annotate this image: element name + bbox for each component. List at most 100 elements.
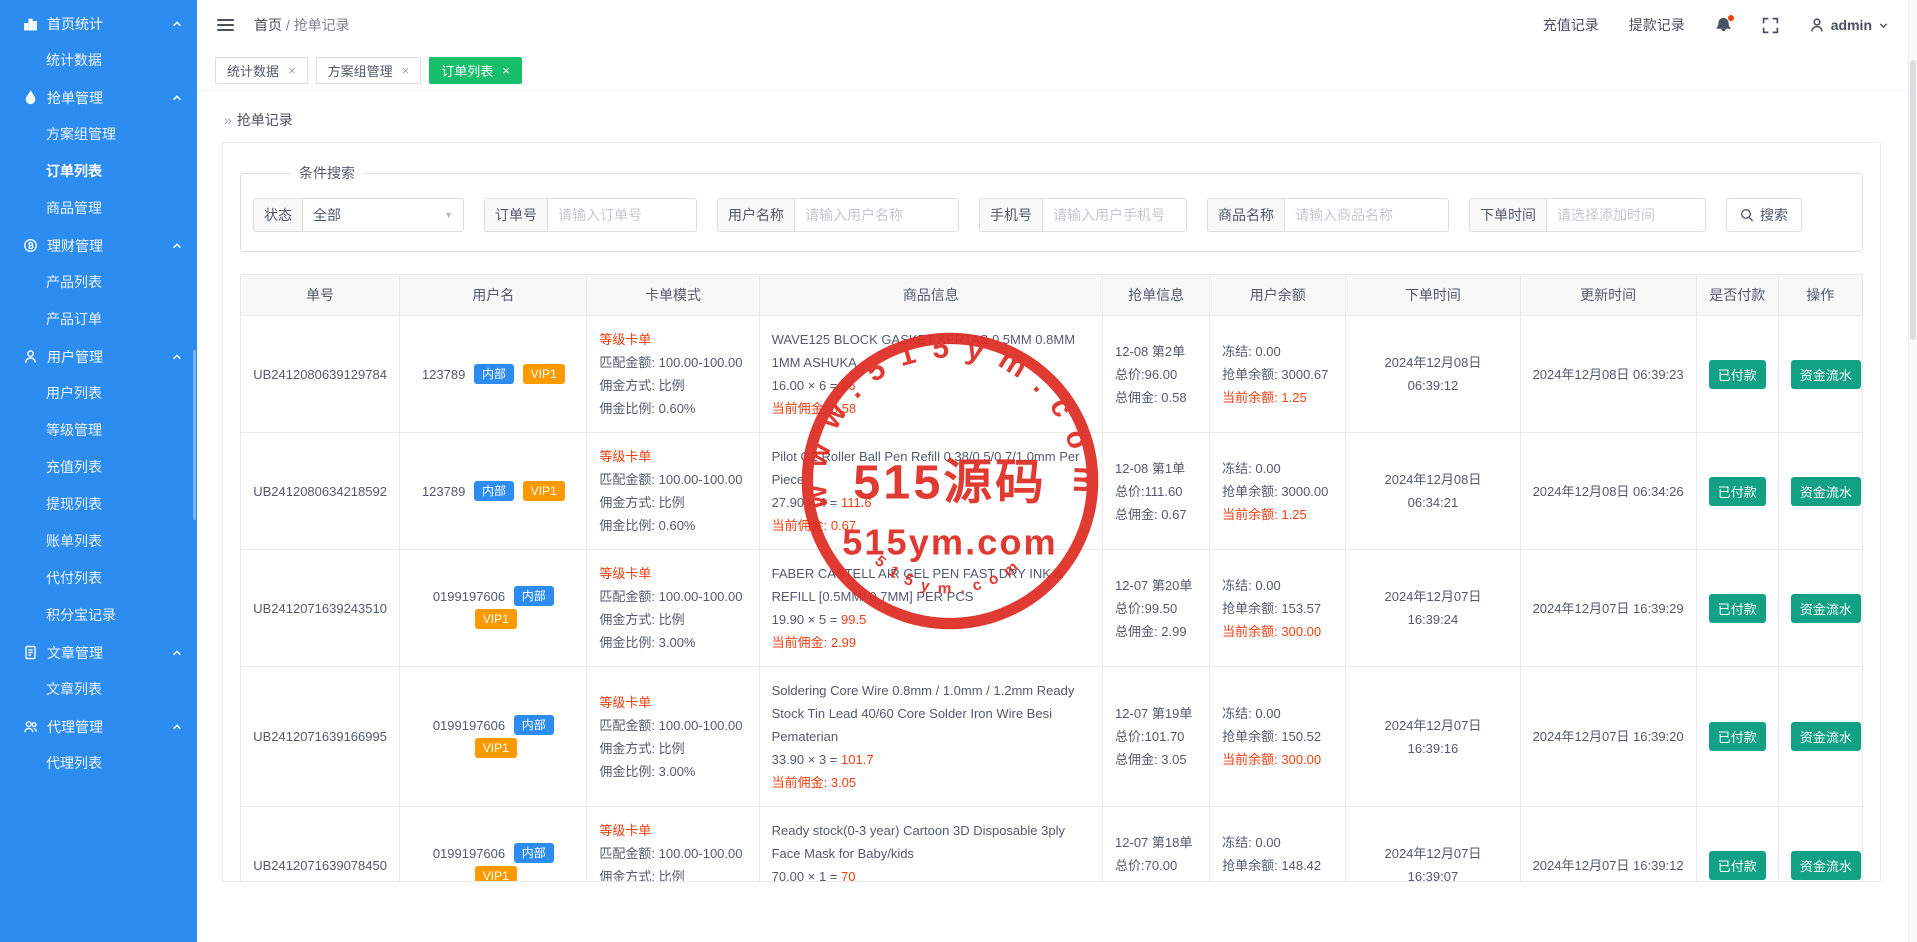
sidebar-scrollbar-thumb[interactable] xyxy=(193,350,196,520)
grab-price: 总价:101.70 xyxy=(1115,725,1197,748)
hamburger-menu-icon[interactable] xyxy=(217,19,234,31)
phone-input[interactable] xyxy=(1042,198,1187,232)
fullscreen-icon[interactable] xyxy=(1762,17,1779,34)
paid-status-badge[interactable]: 已付款 xyxy=(1709,477,1766,506)
status-select[interactable]: 全部 ▼ xyxy=(302,198,464,232)
product-cell: Soldering Core Wire 0.8mm / 1.0mm / 1.2m… xyxy=(759,667,1102,807)
tab-label: 订单列表 xyxy=(441,61,493,80)
paid-status-badge[interactable]: 已付款 xyxy=(1709,360,1766,389)
order-no-input[interactable] xyxy=(547,198,697,232)
balance-grab: 抢单余额: 150.52 xyxy=(1222,725,1333,748)
sidebar-item-stats-data[interactable]: 统计数据 xyxy=(0,42,197,79)
page-scrollbar[interactable] xyxy=(1908,0,1917,942)
recharge-records-link[interactable]: 充值记录 xyxy=(1543,15,1599,35)
sidebar-item-payout-list[interactable]: 代付列表 xyxy=(0,560,197,597)
admin-user-menu[interactable]: admin xyxy=(1809,17,1889,33)
search-panel: 条件搜索 状态 全部 ▼ 订单号 xyxy=(240,163,1863,252)
order-time-cell: 2024年12月08日 06:39:12 xyxy=(1346,316,1520,433)
withdraw-records-link[interactable]: 提款记录 xyxy=(1629,15,1685,35)
sidebar-item-bill-list[interactable]: 账单列表 xyxy=(0,523,197,560)
mode-ratio: 佣金比例: 0.60% xyxy=(599,514,746,537)
orders-table: 单号 用户名 卡单模式 商品信息 抢单信息 用户余额 下单时间 更新时间 是否付… xyxy=(240,274,1863,882)
close-icon[interactable]: × xyxy=(502,63,510,78)
sidebar-item-product-mgmt[interactable]: 商品管理 xyxy=(0,190,197,227)
search-button[interactable]: 搜索 xyxy=(1726,198,1802,232)
action-cell: 资金流水 xyxy=(1778,807,1862,883)
sidebar-section-agent-mgmt[interactable]: 代理管理 xyxy=(0,708,197,745)
table-row: UB2412071639166995 0199197606 内部 VIP1 等级… xyxy=(241,667,1863,807)
tab-plan-group[interactable]: 方案组管理 × xyxy=(316,57,422,84)
sidebar-section-label: 代理管理 xyxy=(47,717,103,737)
fund-flow-button[interactable]: 资金流水 xyxy=(1791,851,1861,880)
sidebar-item-level-mgmt[interactable]: 等级管理 xyxy=(0,412,197,449)
fund-flow-button[interactable]: 资金流水 xyxy=(1791,360,1861,389)
sidebar-item-product-list[interactable]: 产品列表 xyxy=(0,264,197,301)
order-no-cell: UB2412080634218592 xyxy=(241,433,400,550)
tab-order-list[interactable]: 订单列表 × xyxy=(429,57,522,84)
agents-icon xyxy=(23,719,38,734)
grab-info-cell: 12-08 第1单 总价:111.60 总佣金: 0.67 xyxy=(1103,433,1210,550)
sidebar-section-article-mgmt[interactable]: 文章管理 xyxy=(0,634,197,671)
order-time-input[interactable] xyxy=(1546,198,1706,232)
sidebar-item-user-list[interactable]: 用户列表 xyxy=(0,375,197,412)
page-scrollbar-thumb[interactable] xyxy=(1910,60,1916,340)
sidebar-item-product-orders[interactable]: 产品订单 xyxy=(0,301,197,338)
sidebar-section-grab-mgmt[interactable]: 抢单管理 xyxy=(0,79,197,116)
tab-stats-data[interactable]: 统计数据 × xyxy=(215,57,308,84)
breadcrumb-home-link[interactable]: 首页 xyxy=(254,17,282,33)
sidebar-section-home-stats[interactable]: 首页统计 xyxy=(0,5,197,42)
balance-cell: 冻结: 0.00 抢单余额: 153.57 当前余额: 300.00 xyxy=(1210,550,1346,667)
balance-current: 当前余额: 300.00 xyxy=(1222,748,1333,771)
internal-badge: 内部 xyxy=(474,364,514,384)
fund-flow-button[interactable]: 资金流水 xyxy=(1791,594,1861,623)
sidebar-item-plan-group[interactable]: 方案组管理 xyxy=(0,116,197,153)
top-navbar: 首页 / 抢单记录 充值记录 提款记录 admin xyxy=(197,0,1917,50)
col-update-time: 更新时间 xyxy=(1520,275,1696,316)
sidebar-item-order-list[interactable]: 订单列表 xyxy=(0,153,197,190)
sidebar-item-agent-list[interactable]: 代理列表 xyxy=(0,745,197,782)
sidebar-item-recharge-list[interactable]: 充值列表 xyxy=(0,449,197,486)
sidebar-item-points-records[interactable]: 积分宝记录 xyxy=(0,597,197,634)
username-input[interactable] xyxy=(794,198,959,232)
product-calc: 19.90 × 5 = 99.5 xyxy=(772,608,1090,631)
paid-status-cell: 已付款 xyxy=(1696,316,1778,433)
mode-match: 匹配金额: 100.00-100.00 xyxy=(599,468,746,491)
mode-method: 佣金方式: 比例 xyxy=(599,865,746,882)
fund-flow-button[interactable]: 资金流水 xyxy=(1791,477,1861,506)
grab-commission: 总佣金: 2.10 xyxy=(1115,877,1197,883)
username-value: 0199197606 xyxy=(433,846,505,861)
mode-match: 匹配金额: 100.00-100.00 xyxy=(599,714,746,737)
product-name-input[interactable] xyxy=(1284,198,1449,232)
order-time-filter-group: 下单时间 xyxy=(1469,198,1706,232)
username-value: 0199197606 xyxy=(433,589,505,604)
search-icon xyxy=(1740,208,1754,222)
col-product-info: 商品信息 xyxy=(759,275,1102,316)
phone-label: 手机号 xyxy=(979,198,1042,232)
col-username: 用户名 xyxy=(400,275,587,316)
mode-type: 等级卡单 xyxy=(599,328,746,351)
paid-status-badge[interactable]: 已付款 xyxy=(1709,722,1766,751)
sidebar-section-finance-mgmt[interactable]: 理财管理 xyxy=(0,227,197,264)
paid-status-badge[interactable]: 已付款 xyxy=(1709,594,1766,623)
orders-table-body: UB2412080639129784 123789 内部 VIP1 等级卡单 匹… xyxy=(241,316,1863,883)
col-paid: 是否付款 xyxy=(1696,275,1778,316)
open-tabs-bar: 统计数据 × 方案组管理 × 订单列表 × xyxy=(197,50,1917,90)
balance-grab: 抢单余额: 3000.67 xyxy=(1222,363,1333,386)
sidebar-item-article-list[interactable]: 文章列表 xyxy=(0,671,197,708)
action-cell: 资金流水 xyxy=(1778,433,1862,550)
order-no-cell: UB2412071639078450 xyxy=(241,807,400,883)
close-icon[interactable]: × xyxy=(288,63,296,78)
username-cell: 0199197606 内部 VIP1 xyxy=(400,550,587,667)
sidebar-section-user-mgmt[interactable]: 用户管理 xyxy=(0,338,197,375)
username-cell: 123789 内部 VIP1 xyxy=(400,316,587,433)
paid-status-badge[interactable]: 已付款 xyxy=(1709,851,1766,880)
grab-round: 12-07 第20单 xyxy=(1115,574,1197,597)
close-icon[interactable]: × xyxy=(402,63,410,78)
grab-price: 总价:99.50 xyxy=(1115,597,1197,620)
notification-bell-icon[interactable] xyxy=(1715,17,1732,34)
fund-flow-button[interactable]: 资金流水 xyxy=(1791,722,1861,751)
sidebar-item-withdraw-list[interactable]: 提现列表 xyxy=(0,486,197,523)
grab-info-cell: 12-08 第2单 总价:96.00 总佣金: 0.58 xyxy=(1103,316,1210,433)
grab-commission: 总佣金: 2.99 xyxy=(1115,620,1197,643)
article-icon xyxy=(23,645,38,660)
